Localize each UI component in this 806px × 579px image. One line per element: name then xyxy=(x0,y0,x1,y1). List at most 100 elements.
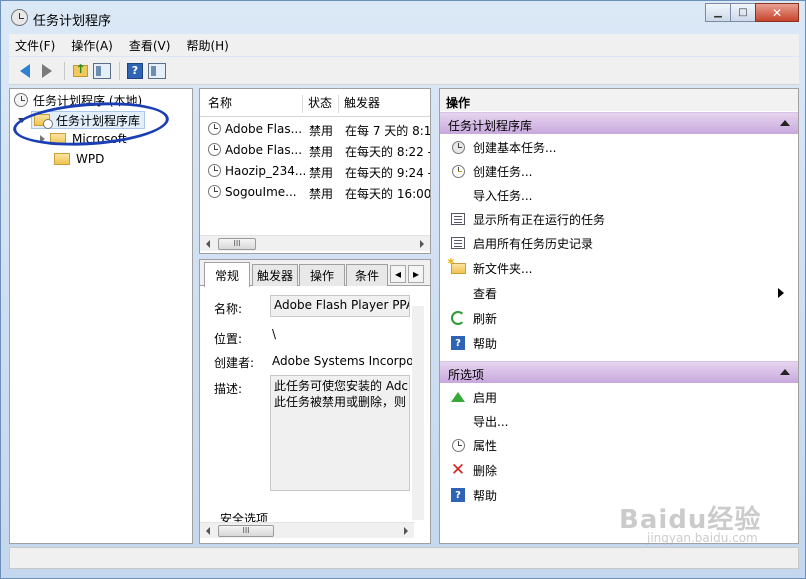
action-label: 刷新 xyxy=(473,311,498,326)
scroll-thumb[interactable]: III xyxy=(218,238,256,250)
action-help[interactable]: ? 帮助 xyxy=(440,331,798,355)
task-name: Haozip_234... xyxy=(225,164,307,178)
scroll-right-icon[interactable] xyxy=(404,527,408,535)
up-one-level-button[interactable] xyxy=(70,61,90,81)
collapse-section-icon[interactable] xyxy=(780,120,790,126)
help-icon: ? xyxy=(127,62,143,79)
action-create-basic-task[interactable]: 创建基本任务... xyxy=(440,135,798,159)
task-clock-icon xyxy=(208,164,221,177)
action-enable-history[interactable]: 启用所有任务历史记录 xyxy=(440,231,798,255)
title-bar[interactable]: 任务计划程序 ▁ □ ✕ xyxy=(1,1,805,33)
scroll-right-icon[interactable] xyxy=(420,240,424,248)
action-refresh[interactable]: 刷新 xyxy=(440,306,798,330)
task-clock-icon xyxy=(208,185,221,198)
running-tasks-icon xyxy=(447,207,469,231)
menu-help[interactable]: 帮助(H) xyxy=(186,37,228,54)
forward-arrow-icon xyxy=(42,63,52,78)
scroll-left-icon[interactable] xyxy=(206,240,210,248)
table-row[interactable]: Adobe Flas... 禁用 在每天的 8:22 - xyxy=(200,140,431,161)
action-enable[interactable]: 启用 xyxy=(440,385,798,409)
column-trigger[interactable]: 触发器 xyxy=(344,94,380,111)
tab-general[interactable]: 常规 xyxy=(204,262,250,287)
section-header-selected-item[interactable]: 所选项 xyxy=(440,361,798,383)
tab-conditions[interactable]: 条件 xyxy=(346,264,388,286)
scroll-thumb[interactable]: III xyxy=(218,525,274,537)
task-list: 名称 状态 触发器 Adobe Flas... 禁用 在每 7 天的 8:1 A… xyxy=(199,88,431,254)
tree-item-label: 任务计划程序库 xyxy=(56,113,141,128)
expand-icon[interactable] xyxy=(40,135,45,143)
horizontal-scrollbar[interactable]: III xyxy=(200,522,414,538)
action-label: 属性 xyxy=(473,438,498,453)
description-field[interactable]: 此任务可使您安装的 Adc 此任务被禁用或删除，则 xyxy=(270,375,410,491)
action-pane-title: 操作 xyxy=(440,89,798,111)
action-create-task[interactable]: 创建任务... xyxy=(440,159,798,183)
blank-icon xyxy=(447,281,469,305)
location-value: \ xyxy=(272,327,277,341)
back-button[interactable] xyxy=(15,61,35,81)
create-task-icon xyxy=(447,159,469,183)
tab-scroll-right-icon[interactable]: ▸ xyxy=(408,265,424,283)
details-tabstrip: 常规 触发器 操作 条件 ◂ ▸ xyxy=(200,260,430,287)
show-hide-console-tree-button[interactable] xyxy=(92,61,112,81)
close-button[interactable]: ✕ xyxy=(755,3,799,22)
action-delete[interactable]: ✕ 删除 xyxy=(440,458,798,482)
action-properties[interactable]: 属性 xyxy=(440,433,798,457)
toolbar-separator xyxy=(64,61,65,80)
vertical-scrollbar[interactable] xyxy=(412,306,424,520)
menu-file[interactable]: 文件(F) xyxy=(15,37,55,54)
task-name: Adobe Flas... xyxy=(225,143,303,157)
location-label: 位置: xyxy=(214,332,243,346)
tab-actions[interactable]: 操作 xyxy=(299,264,345,286)
tab-triggers[interactable]: 触发器 xyxy=(252,264,298,286)
action-import-task[interactable]: 导入任务... xyxy=(440,183,798,207)
collapse-section-icon[interactable] xyxy=(780,369,790,375)
scroll-left-icon[interactable] xyxy=(206,527,210,535)
show-hide-action-pane-button[interactable] xyxy=(147,61,167,81)
section-header-library[interactable]: 任务计划程序库 xyxy=(440,112,798,134)
task-list-header: 名称 状态 触发器 xyxy=(200,89,430,117)
task-trigger: 在每 7 天的 8:1 xyxy=(345,124,431,138)
action-label: 查看 xyxy=(473,286,498,301)
tab-scroll-left-icon[interactable]: ◂ xyxy=(390,265,406,283)
column-divider[interactable] xyxy=(338,95,339,113)
menu-view[interactable]: 查看(V) xyxy=(129,37,171,54)
folder-icon xyxy=(54,153,70,165)
action-display-running-tasks[interactable]: 显示所有正在运行的任务 xyxy=(440,207,798,231)
action-label: 创建任务... xyxy=(473,164,533,179)
tree-item-root[interactable]: 任务计划程序 (本地) xyxy=(14,90,142,110)
minimize-button[interactable]: ▁ xyxy=(705,3,731,22)
tree-item-microsoft[interactable]: Microsoft xyxy=(40,129,127,149)
table-row[interactable]: Adobe Flas... 禁用 在每 7 天的 8:1 xyxy=(200,119,431,140)
task-trigger: 在每天的 8:22 - xyxy=(345,145,431,159)
menu-action[interactable]: 操作(A) xyxy=(71,37,113,54)
column-name[interactable]: 名称 xyxy=(208,94,232,111)
table-row[interactable]: Haozip_234... 禁用 在每天的 9:24 - xyxy=(200,161,430,182)
properties-icon xyxy=(447,433,469,457)
horizontal-scrollbar[interactable]: III xyxy=(200,235,430,251)
column-status[interactable]: 状态 xyxy=(308,94,332,111)
console-tree: 任务计划程序 (本地) 任务计划程序库 Microsoft WPD xyxy=(9,88,193,544)
collapse-icon[interactable] xyxy=(18,117,26,123)
status-bar xyxy=(9,547,799,569)
action-label: 启用 xyxy=(473,390,498,405)
tree-item-library[interactable]: 任务计划程序库 xyxy=(18,110,146,130)
maximize-button[interactable]: □ xyxy=(730,3,756,22)
action-export[interactable]: 导出... xyxy=(440,409,798,433)
blank-icon xyxy=(447,183,469,207)
library-folder-icon xyxy=(34,114,53,129)
action-view[interactable]: 查看 xyxy=(440,281,798,305)
task-status: 禁用 xyxy=(309,124,334,138)
column-divider[interactable] xyxy=(302,95,303,113)
toolbar: ? xyxy=(9,57,799,85)
task-details: 常规 触发器 操作 条件 ◂ ▸ 名称: Adobe Flash Player … xyxy=(199,259,431,544)
action-new-folder[interactable]: 新文件夹... xyxy=(440,256,798,280)
help-button[interactable]: ? xyxy=(125,61,145,81)
table-row[interactable]: SogouIme... 禁用 在每天的 16:00 xyxy=(200,182,430,203)
window-title: 任务计划程序 xyxy=(33,14,112,29)
tree-selection: 任务计划程序库 xyxy=(31,111,146,129)
action-label: 创建基本任务... xyxy=(473,140,557,155)
tree-item-label: 任务计划程序 (本地) xyxy=(33,93,143,108)
tree-item-wpd[interactable]: WPD xyxy=(54,149,104,169)
name-field[interactable]: Adobe Flash Player PPA xyxy=(270,295,410,317)
forward-button[interactable] xyxy=(37,61,57,81)
